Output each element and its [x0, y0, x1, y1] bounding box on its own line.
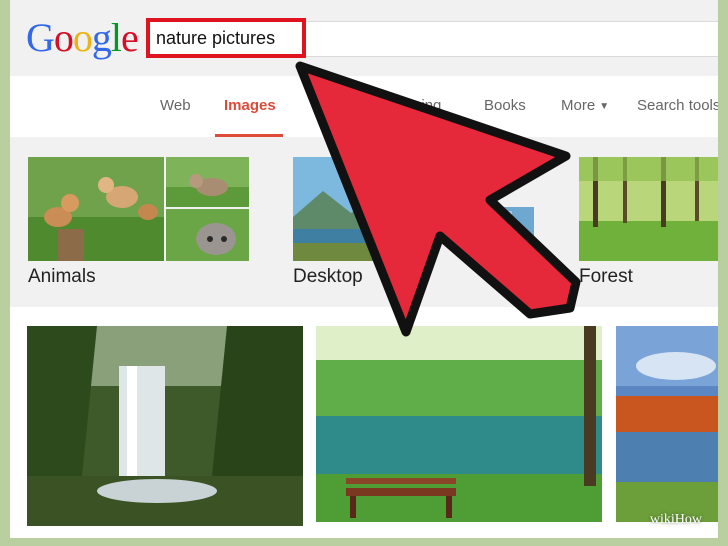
result-image-autumn-lake[interactable] — [616, 326, 718, 522]
forest-thumbnail[interactable] — [579, 157, 718, 261]
logo-letter-o2: o — [72, 15, 93, 60]
search-query-highlight[interactable]: nature pictures — [146, 18, 306, 58]
animals-thumbnail-3[interactable] — [166, 209, 249, 261]
category-label-forest[interactable]: Forest — [579, 265, 633, 289]
search-tabs: Web Images Shopping Books More ▼ Search t… — [10, 76, 718, 138]
logo-letter-g2: g — [91, 15, 112, 60]
search-header: Google nature pictures — [10, 0, 718, 77]
tab-search-tools[interactable]: Search tools — [637, 96, 718, 116]
animals-thumbnail-main[interactable] — [28, 157, 164, 261]
logo-letter-e: e — [121, 15, 139, 60]
tab-more-label: More — [561, 97, 596, 114]
logo-letter-g: G — [26, 15, 55, 60]
tab-web[interactable]: Web — [160, 96, 191, 116]
category-label-desktop[interactable]: Desktop — [293, 265, 363, 289]
result-image-waterfall[interactable] — [27, 326, 303, 526]
image-results-grid — [10, 307, 718, 538]
google-logo[interactable]: Google — [26, 15, 139, 60]
logo-letter-l: l — [110, 15, 122, 60]
result-image-lake-bench[interactable] — [316, 326, 602, 522]
tab-images[interactable]: Images — [224, 96, 276, 116]
animals-thumbnail-2[interactable] — [166, 157, 249, 207]
related-categories: Animals Desktop Forest — [10, 137, 718, 308]
tab-books[interactable]: Books — [484, 96, 526, 116]
category-label-animals[interactable]: Animals — [28, 265, 96, 289]
browser-frame: Google nature pictures Web Images Shoppi… — [10, 0, 718, 538]
chevron-down-icon: ▼ — [599, 101, 610, 112]
desktop-thumbnail-main[interactable] — [293, 157, 389, 261]
tab-more[interactable]: More ▼ — [561, 96, 609, 117]
tab-shopping[interactable]: Shopping — [378, 96, 441, 116]
logo-letter-o1: o — [53, 15, 74, 60]
desktop-thumbnail-2[interactable] — [488, 207, 534, 261]
wikihow-watermark: wikiHow — [649, 512, 702, 527]
